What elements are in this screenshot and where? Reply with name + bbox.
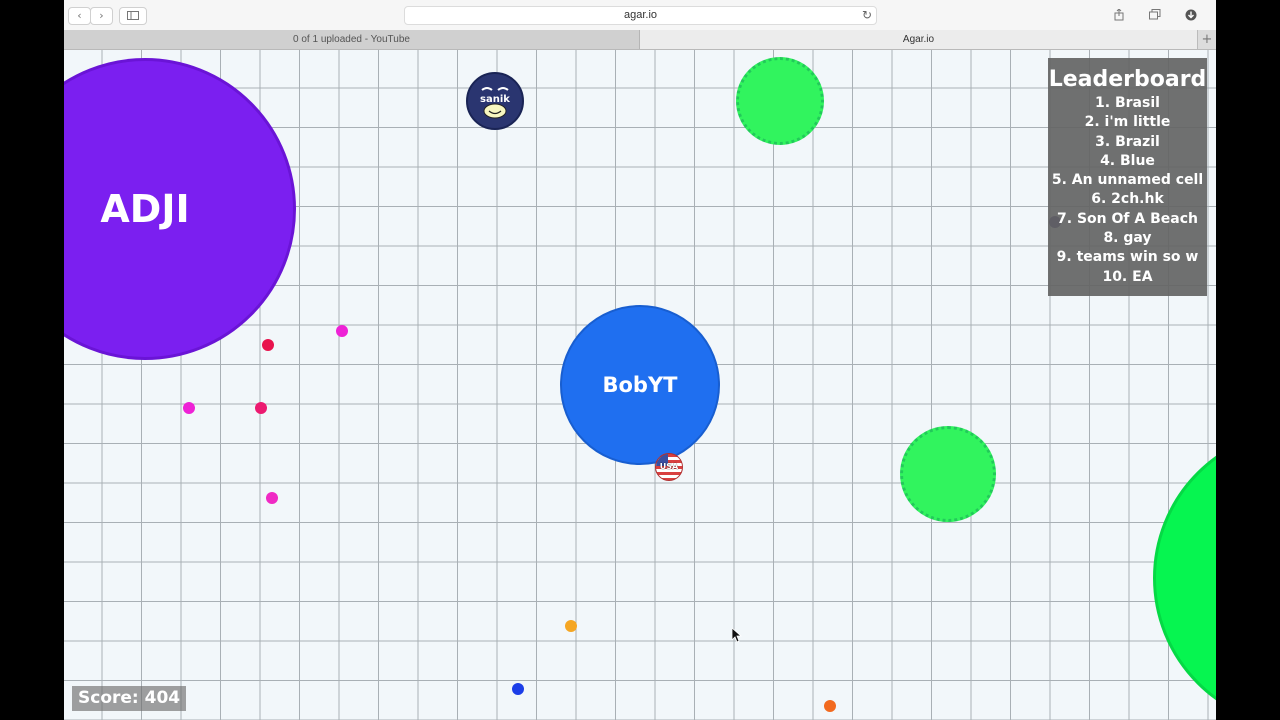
tabs-overview-icon (1149, 9, 1161, 20)
cell-sanik: sanik (466, 72, 524, 130)
leaderboard-entry: 10. EA (1102, 268, 1153, 285)
share-icon (1114, 8, 1124, 21)
leaderboard-entry: 7. Son Of A Beach (1057, 210, 1198, 227)
score-display: Score: 404 (72, 686, 187, 711)
cell-name-bobyt: BobYT (602, 373, 678, 397)
leaderboard-entry: 3. Brazil (1095, 133, 1160, 150)
leaderboard-entry: 9. teams win so w (1056, 249, 1199, 266)
food-pellet (824, 700, 836, 712)
browser-window: ‹ › agar.io ↻ 0 of 1 uploaded - YouTube … (64, 0, 1216, 720)
cell-name-usa: USA (659, 462, 679, 471)
food-pellet (565, 620, 577, 632)
plus-icon: + (1201, 32, 1213, 47)
leaderboard-list: 1. Brasil 2. i'm little 3. Brazil 4. Blu… (1048, 94, 1207, 287)
leaderboard: Leaderboard 1. Brasil 2. i'm little 3. B… (1048, 58, 1207, 296)
leaderboard-entry: 4. Blue (1100, 152, 1155, 169)
address-bar[interactable]: agar.io ↻ (404, 6, 877, 25)
forward-button[interactable]: › (90, 7, 113, 25)
sidebar-button[interactable] (119, 7, 147, 25)
new-tab-button[interactable]: + (1197, 30, 1216, 49)
url-text: agar.io (623, 9, 658, 21)
leaderboard-entry: 6. 2ch.hk (1091, 191, 1164, 208)
food-pellet (336, 325, 348, 337)
mouse-cursor-icon (732, 628, 742, 643)
sidebar-icon (127, 11, 139, 20)
leaderboard-entry: 1. Brasil (1095, 95, 1160, 111)
browser-toolbar: ‹ › agar.io ↻ (64, 0, 1216, 31)
downloads-button[interactable] (1180, 7, 1202, 23)
cell-adji: ADJI (64, 58, 296, 360)
food-pellet (266, 492, 278, 504)
leaderboard-entry: 5. An unnamed cell (1051, 172, 1204, 189)
food-pellet (512, 683, 524, 695)
reload-icon[interactable]: ↻ (862, 7, 872, 24)
chevron-right-icon: › (99, 9, 104, 22)
food-pellet (183, 402, 195, 414)
food-pellet (255, 402, 267, 414)
virus-right (900, 426, 996, 522)
cell-green-large (1153, 428, 1216, 720)
cell-name-sanik: sanik (480, 94, 510, 105)
chevron-left-icon: ‹ (77, 9, 82, 22)
leaderboard-entry: 2. i'm little (1084, 114, 1171, 131)
cell-name-adji: ADJI (100, 187, 190, 231)
cell-usa: USA (655, 453, 683, 481)
download-icon (1185, 9, 1197, 21)
tab-youtube[interactable]: 0 of 1 uploaded - YouTube (64, 30, 640, 49)
tab-bar: 0 of 1 uploaded - YouTube Agar.io + (64, 30, 1216, 50)
tab-agario[interactable]: Agar.io (640, 30, 1197, 49)
virus-top (736, 57, 824, 145)
food-pellet (262, 339, 274, 351)
leaderboard-entry: 8. gay (1103, 230, 1152, 247)
leaderboard-title: Leaderboard (1048, 67, 1207, 92)
game-canvas[interactable]: ADJI sanik BobYT USA Leaderboard 1. Bras… (64, 50, 1216, 720)
back-button[interactable]: ‹ (68, 7, 91, 25)
tabs-overview-button[interactable] (1144, 7, 1166, 23)
share-button[interactable] (1108, 7, 1130, 23)
cell-bobyt: BobYT (560, 305, 720, 465)
